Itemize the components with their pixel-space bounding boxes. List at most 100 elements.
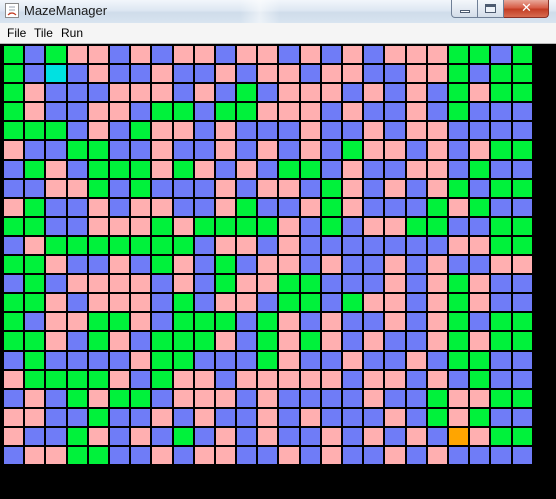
maze-tile-blue[interactable] — [24, 64, 46, 84]
maze-tile-pink[interactable] — [108, 83, 131, 103]
maze-tile-blue[interactable] — [405, 235, 427, 256]
maze-tile-green[interactable] — [511, 388, 533, 408]
maze-tile-blue[interactable] — [342, 255, 364, 275]
maze-tile-green[interactable] — [172, 350, 194, 370]
maze-tile-blue[interactable] — [363, 64, 385, 84]
maze-tile-pink[interactable] — [342, 45, 364, 65]
maze-tile-green[interactable] — [257, 350, 279, 370]
maze-tile-pink[interactable] — [426, 178, 448, 198]
maze-tile-blue[interactable] — [342, 216, 364, 236]
maze-tile-pink[interactable] — [320, 255, 342, 275]
maze-tile-pink[interactable] — [87, 426, 109, 446]
maze-tile-pink[interactable] — [426, 369, 448, 389]
maze-tile-green[interactable] — [447, 45, 470, 65]
maze-tile-pink[interactable] — [45, 255, 67, 275]
maze-tile-green[interactable] — [172, 331, 194, 351]
maze-tile-blue[interactable] — [384, 426, 406, 446]
maze-tile-blue[interactable] — [342, 331, 364, 351]
maze-tile-green[interactable] — [172, 426, 194, 446]
maze-tile-pink[interactable] — [108, 274, 131, 294]
maze-tile-pink[interactable] — [342, 64, 364, 84]
maze-tile-pink[interactable] — [151, 64, 173, 84]
maze-tile-pink[interactable] — [236, 369, 258, 389]
maze-tile-pink[interactable] — [363, 388, 385, 408]
maze-tile-blue[interactable] — [447, 369, 470, 389]
maze-tile-pink[interactable] — [405, 83, 427, 103]
maze-tile-pink[interactable] — [469, 331, 491, 351]
maze-tile-green[interactable] — [426, 216, 448, 236]
maze-tile-green[interactable] — [24, 197, 46, 217]
maze-tile-green[interactable] — [108, 388, 131, 408]
maze-tile-green[interactable] — [342, 140, 364, 160]
maze-tile-pink[interactable] — [87, 197, 109, 217]
maze-tile-blue[interactable] — [384, 197, 406, 217]
maze-tile-green[interactable] — [469, 45, 491, 65]
maze-tile-green[interactable] — [66, 426, 88, 446]
maze-tile-blue[interactable] — [299, 350, 321, 370]
maze-tile-green[interactable] — [24, 331, 46, 351]
maze-tile-pink[interactable] — [236, 159, 258, 179]
maze-tile-blue[interactable] — [511, 159, 533, 179]
maze-tile-blue[interactable] — [87, 83, 109, 103]
maze-tile-green[interactable] — [45, 45, 67, 65]
maze-tile-blue[interactable] — [3, 159, 25, 179]
maze-tile-green[interactable] — [214, 255, 237, 275]
maze-tile-blue[interactable] — [108, 445, 131, 466]
maze-tile-green[interactable] — [257, 216, 279, 236]
maze-tile-pink[interactable] — [426, 159, 448, 179]
maze-tile-green[interactable] — [172, 235, 194, 256]
maze-tile-blue[interactable] — [45, 426, 67, 446]
maze-tile-pink[interactable] — [45, 293, 67, 313]
maze-tile-blue[interactable] — [384, 350, 406, 370]
maze-tile-blue[interactable] — [490, 293, 512, 313]
maze-tile-green[interactable] — [151, 255, 173, 275]
maze-tile-blue[interactable] — [384, 64, 406, 84]
maze-tile-blue[interactable] — [363, 350, 385, 370]
maze-tile-green[interactable] — [87, 312, 109, 332]
maze-tile-pink[interactable] — [384, 178, 406, 198]
maze-tile-pink[interactable] — [3, 426, 25, 446]
maze-tile-green[interactable] — [257, 331, 279, 351]
close-button[interactable]: ✕ — [504, 0, 549, 18]
maze-tile-blue[interactable] — [130, 331, 152, 351]
maze-tile-blue[interactable] — [511, 274, 533, 294]
maze-tile-green[interactable] — [24, 369, 46, 389]
maze-tile-blue[interactable] — [405, 274, 427, 294]
maze-tile-pink[interactable] — [66, 45, 88, 65]
maze-tile-pink[interactable] — [257, 102, 279, 122]
maze-tile-blue[interactable] — [24, 45, 46, 65]
maze-tile-blue[interactable] — [24, 312, 46, 332]
maze-tile-pink[interactable] — [299, 197, 321, 217]
maze-tile-blue[interactable] — [320, 293, 342, 313]
maze-tile-blue[interactable] — [193, 235, 215, 256]
maze-tile-pink[interactable] — [193, 445, 215, 466]
maze-tile-pink[interactable] — [278, 350, 300, 370]
maze-tile-pink[interactable] — [405, 159, 427, 179]
maze-tile-pink[interactable] — [257, 140, 279, 160]
maze-tile-pink[interactable] — [469, 83, 491, 103]
maze-tile-green[interactable] — [447, 312, 470, 332]
maze-tile-green[interactable] — [66, 445, 88, 466]
maze-tile-green[interactable] — [130, 388, 152, 408]
maze-tile-blue[interactable] — [320, 407, 342, 427]
maze-tile-blue[interactable] — [405, 388, 427, 408]
maze-tile-pink[interactable] — [108, 331, 131, 351]
maze-tile-blue[interactable] — [172, 140, 194, 160]
maze-tile-pink[interactable] — [193, 45, 215, 65]
maze-tile-blue[interactable] — [320, 388, 342, 408]
maze-tile-blue[interactable] — [236, 312, 258, 332]
maze-tile-blue[interactable] — [172, 64, 194, 84]
maze-tile-green[interactable] — [511, 45, 533, 65]
maze-tile-green[interactable] — [490, 426, 512, 446]
maze-tile-green[interactable] — [214, 102, 237, 122]
maze-tile-blue[interactable] — [278, 197, 300, 217]
maze-tile-blue[interactable] — [426, 83, 448, 103]
maze-tile-pink[interactable] — [214, 388, 237, 408]
maze-tile-blue[interactable] — [257, 83, 279, 103]
maze-tile-pink[interactable] — [24, 83, 46, 103]
maze-tile-pink[interactable] — [214, 293, 237, 313]
maze-tile-blue[interactable] — [45, 388, 67, 408]
maze-tile-blue[interactable] — [384, 121, 406, 141]
maze-tile-pink[interactable] — [87, 102, 109, 122]
maze-tile-blue[interactable] — [108, 407, 131, 427]
